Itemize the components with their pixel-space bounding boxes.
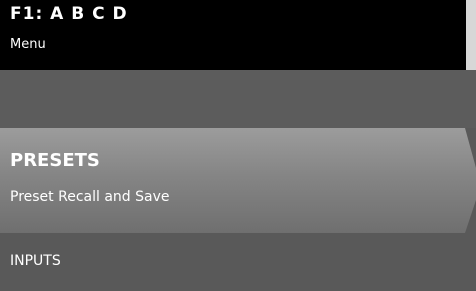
page-title: F1: A B C D: [10, 4, 128, 24]
menu-edge: [466, 70, 476, 128]
header-bar: F1: A B C D Menu: [0, 0, 476, 70]
menu-item-presets[interactable]: PRESETS Preset Recall and Save: [0, 128, 476, 233]
menu-item-label: INPUTS: [10, 253, 61, 269]
menu-item-inputs[interactable]: INPUTS: [0, 233, 466, 291]
menu-edge: [466, 233, 476, 291]
screen: F1: A B C D Menu PRESETS Preset Recall a…: [0, 0, 476, 291]
menu-item-label: PRESETS: [10, 150, 100, 171]
page-subtitle: Menu: [10, 37, 46, 52]
menu-item-description: Preset Recall and Save: [10, 189, 170, 205]
menu-spacer: [0, 70, 466, 128]
